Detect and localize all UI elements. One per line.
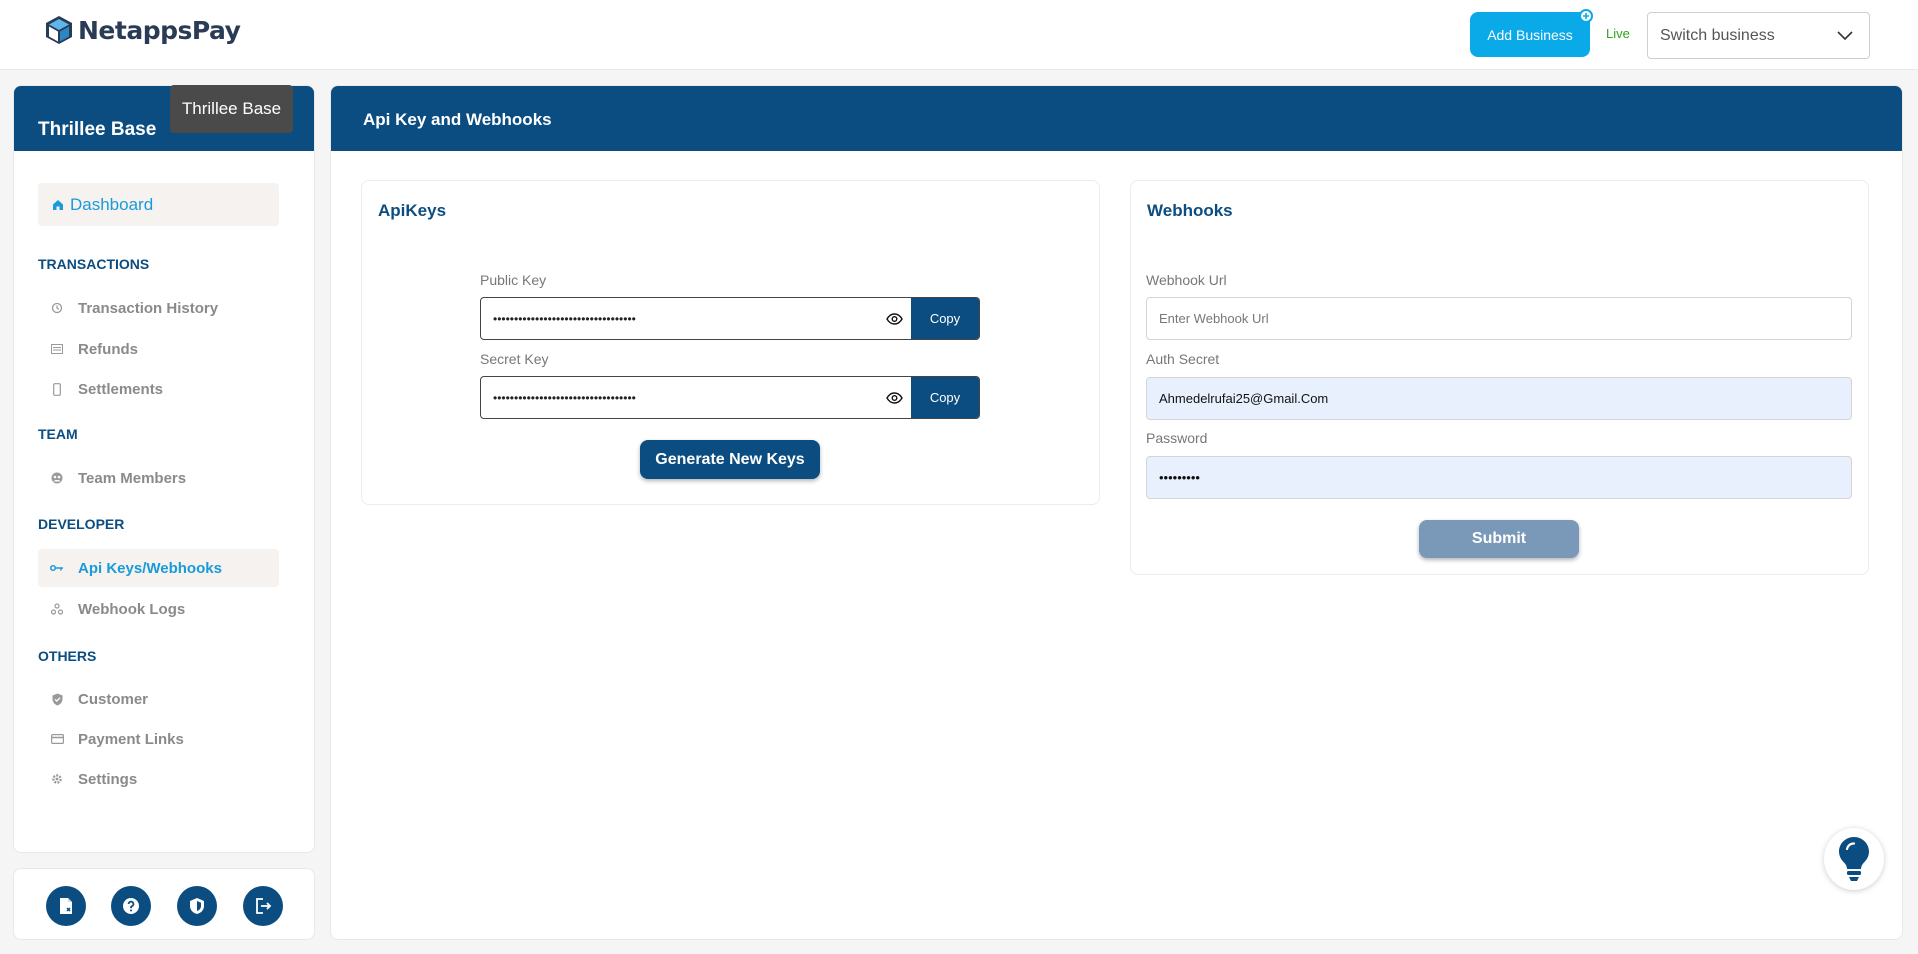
webhook-icon [50, 602, 64, 616]
home-icon [53, 199, 63, 210]
brand-name: NetappsPay [78, 15, 241, 45]
public-key-value: •••••••••••••••••••••••••••••••••• [493, 311, 636, 326]
sidebar-item-label: Webhook Logs [78, 600, 186, 618]
sidebar-item-label: Customer [78, 690, 149, 708]
card-icon [50, 732, 64, 746]
help-button[interactable] [111, 886, 151, 926]
password-input[interactable]: ••••••••• [1146, 456, 1852, 499]
logout-icon [256, 898, 272, 914]
sidebar-item-label: Refunds [78, 340, 138, 358]
cube-logo-icon [46, 16, 72, 44]
secret-key-value: •••••••••••••••••••••••••••••••••• [493, 390, 636, 405]
public-key-label: Public Key [480, 272, 547, 288]
main-header: Api Key and Webhooks [331, 86, 1902, 151]
sidebar-item-customer[interactable]: Customer [38, 680, 279, 718]
public-key-field[interactable]: •••••••••••••••••••••••••••••••••• Copy [480, 297, 980, 340]
top-bar: NetappsPay Add Business Live Switch busi… [0, 0, 1918, 70]
page-title: Api Key and Webhooks [363, 109, 552, 129]
live-mode-label[interactable]: Live [1606, 26, 1630, 41]
eye-icon[interactable] [877, 312, 911, 325]
add-business-button[interactable]: Add Business [1470, 12, 1590, 57]
sidebar-item-transaction-history[interactable]: Transaction History [38, 289, 279, 327]
auth-secret-label: Auth Secret [1146, 351, 1220, 367]
auth-secret-input[interactable]: Ahmedelrufai25@Gmail.Com [1146, 377, 1852, 420]
webhook-url-input[interactable]: Enter Webhook Url [1146, 297, 1852, 340]
webhooks-title: Webhooks [1147, 201, 1233, 220]
shield-check-icon [50, 692, 64, 706]
sidebar-actions [13, 868, 315, 940]
switch-business-placeholder: Switch business [1660, 26, 1775, 44]
lightbulb-icon [1839, 837, 1869, 881]
sidebar-item-label: Api Keys/Webhooks [78, 559, 222, 577]
sidebar-item-payment-links[interactable]: Payment Links [38, 720, 279, 758]
tips-button[interactable] [1824, 828, 1884, 890]
webhook-url-label: Webhook Url [1146, 272, 1227, 288]
document-button[interactable] [46, 886, 86, 926]
eye-icon[interactable] [877, 391, 911, 404]
secret-key-field[interactable]: •••••••••••••••••••••••••••••••••• Copy [480, 376, 980, 419]
sidebar-item-dashboard[interactable]: Dashboard [38, 183, 279, 226]
sidebar-item-team-members[interactable]: Team Members [38, 459, 279, 497]
section-transactions: TRANSACTIONS [38, 256, 150, 272]
sidebar-item-label: Dashboard [70, 194, 154, 214]
shield-icon [190, 898, 204, 914]
security-button[interactable] [177, 886, 217, 926]
sidebar-item-label: Transaction History [78, 299, 219, 317]
sidebar-item-label: Team Members [78, 469, 187, 487]
secret-key-label: Secret Key [480, 351, 549, 367]
sidebar-item-refunds[interactable]: Refunds [38, 330, 279, 368]
chevron-down-icon [1837, 30, 1853, 40]
help-icon [123, 898, 139, 914]
business-name: Thrillee Base [38, 118, 157, 140]
sidebar-item-label: Payment Links [78, 730, 184, 748]
sidebar-item-label: Settings [78, 770, 138, 788]
brand-logo[interactable]: NetappsPay [44, 14, 241, 46]
add-badge-icon [1579, 9, 1593, 23]
apikeys-title: ApiKeys [378, 201, 447, 220]
sidebar-item-label: Settlements [78, 380, 164, 398]
copy-secret-key-button[interactable]: Copy [911, 377, 979, 418]
section-others: OTHERS [38, 648, 97, 664]
sidebar-item-webhook-logs[interactable]: Webhook Logs [38, 590, 279, 628]
copy-public-key-button[interactable]: Copy [911, 298, 979, 339]
history-icon [50, 301, 64, 315]
gear-icon [50, 772, 64, 786]
sidebar: Thrillee Base Dashboard TRANSACTIONS Tra… [13, 85, 315, 853]
section-team: TEAM [38, 426, 78, 442]
logout-button[interactable] [243, 886, 283, 926]
generate-keys-button[interactable]: Generate New Keys [640, 440, 820, 479]
section-developer: DEVELOPER [38, 516, 125, 532]
business-name-tooltip: Thrillee Base [170, 85, 293, 133]
key-icon [50, 561, 64, 575]
phone-icon [50, 382, 64, 396]
document-icon [60, 898, 72, 914]
sidebar-item-settlements[interactable]: Settlements [38, 370, 279, 408]
receipt-icon [50, 342, 64, 356]
submit-button[interactable]: Submit [1419, 520, 1579, 558]
sidebar-item-settings[interactable]: Settings [38, 760, 279, 798]
switch-business-select[interactable]: Switch business [1647, 12, 1870, 59]
sidebar-item-api-keys[interactable]: Api Keys/Webhooks [38, 549, 279, 587]
password-label: Password [1146, 430, 1208, 446]
team-icon [50, 471, 64, 485]
